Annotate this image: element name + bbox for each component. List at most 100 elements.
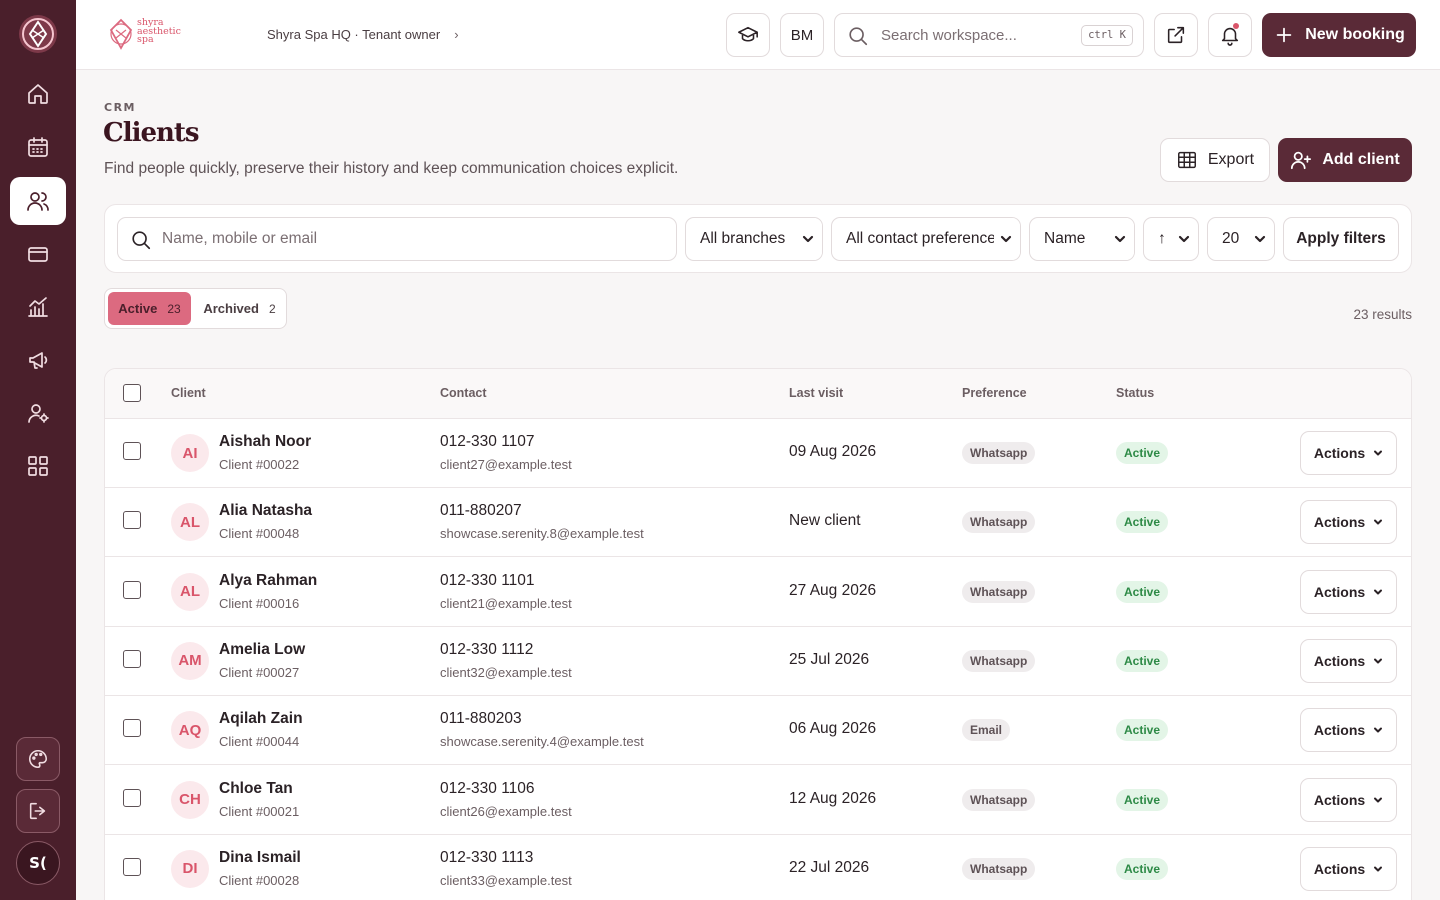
client-id: Client #00048 (219, 526, 300, 542)
user-initials: BM (790, 26, 814, 44)
row-checkbox[interactable] (123, 857, 141, 876)
client-email: client32@example.test (440, 664, 572, 680)
apply-filters-button[interactable]: Apply filters (1283, 217, 1399, 261)
client-name[interactable]: Dina Ismail (219, 849, 301, 867)
client-phone: 012-330 1113 (440, 848, 534, 866)
client-last-visit: 22 Jul 2026 (789, 858, 870, 876)
client-avatar: AL (171, 503, 209, 542)
contact-preference-value: All contact preferences (846, 230, 1004, 247)
table-row[interactable]: AQ Aqilah Zain Client #00044 011-880203 show… (105, 696, 1411, 766)
status-badge: Active (1116, 719, 1169, 742)
brand-text-3: spa (137, 34, 154, 45)
nav-reports[interactable] (10, 283, 66, 331)
logout-button[interactable] (16, 789, 60, 833)
client-id: Client #00022 (219, 457, 300, 472)
client-avatar: AL (171, 572, 209, 611)
client-name[interactable]: Aishah Noor (219, 433, 311, 451)
client-id: Client #00027 (219, 664, 300, 680)
tab-archived-label: Archived (203, 301, 259, 316)
row-checkbox[interactable] (123, 788, 141, 807)
contact-preference-select[interactable]: All contact preferences (831, 217, 1021, 261)
brand-logo[interactable]: shyra aesthetic spa (108, 17, 188, 51)
add-client-button[interactable]: Add client (1278, 138, 1412, 182)
actions-button[interactable]: Actions (1300, 500, 1397, 545)
sidebar-logo-icon[interactable] (18, 12, 58, 56)
preference-badge: Whatsapp (962, 511, 1036, 534)
tab-active[interactable]: Active 23 (108, 292, 191, 325)
client-search-input[interactable]: Name, mobile or email (117, 217, 677, 261)
nav-staff[interactable] (10, 389, 66, 437)
client-name[interactable]: Amelia Low (219, 641, 305, 659)
row-checkbox[interactable] (123, 511, 141, 530)
workspace-search[interactable]: Search workspace... ctrl K (834, 13, 1144, 57)
actions-button[interactable]: Actions (1300, 569, 1397, 614)
graduation-cap-icon (738, 26, 758, 42)
table-row[interactable]: AM Amelia Low Client #00027 012-330 1112 cli… (105, 627, 1411, 696)
new-booking-button[interactable]: New booking (1262, 13, 1416, 57)
theme-button[interactable] (16, 737, 60, 781)
chevron-down-icon (1374, 589, 1383, 595)
select-all-checkbox[interactable] (123, 384, 141, 402)
header-status[interactable]: Status (1116, 386, 1154, 400)
page-eyebrow: CRM (104, 101, 136, 114)
table-row[interactable]: AI Aishah Noor Client #00022 012-330 1107 cl… (105, 419, 1411, 488)
client-phone: 011-880207 (440, 502, 522, 520)
sort-direction-value: ↑ (1158, 230, 1166, 247)
table-row[interactable]: AL Alya Rahman Client #00016 012-330 1101 cl… (105, 558, 1411, 627)
status-badge: Active (1116, 511, 1169, 534)
page-size-select[interactable]: 20 (1207, 217, 1275, 261)
status-badge: Active (1116, 857, 1169, 880)
client-name[interactable]: Alia Natasha (219, 502, 312, 520)
export-button[interactable]: Export (1160, 138, 1270, 182)
row-checkbox[interactable] (123, 649, 141, 668)
nav-clients[interactable] (10, 177, 66, 225)
actions-button[interactable]: Actions (1300, 846, 1397, 891)
status-badge: Active (1116, 442, 1169, 464)
nav-payments[interactable] (10, 230, 66, 278)
client-name[interactable]: Aqilah Zain (219, 710, 303, 728)
table-icon (1177, 151, 1196, 169)
nav-marketing[interactable] (10, 336, 66, 384)
notifications-button[interactable] (1208, 13, 1252, 57)
header-contact[interactable]: Contact (440, 386, 487, 400)
breadcrumb[interactable]: Shyra Spa HQ · Tenant owner › (267, 27, 459, 42)
open-external-button[interactable] (1154, 13, 1198, 57)
sort-by-value: Name (1044, 230, 1086, 247)
client-name[interactable]: Alya Rahman (219, 572, 317, 590)
branch-select[interactable]: All branches (685, 217, 823, 261)
table-row[interactable]: AL Alia Natasha Client #00048 011-880207 sho… (105, 488, 1411, 558)
academy-button[interactable] (726, 13, 770, 57)
row-checkbox[interactable] (123, 580, 141, 599)
nav-calendar[interactable] (10, 123, 66, 171)
header-last-visit[interactable]: Last visit (789, 386, 843, 400)
actions-button[interactable]: Actions (1300, 708, 1397, 753)
chevron-down-icon (1114, 232, 1126, 244)
actions-button[interactable]: Actions (1300, 638, 1397, 683)
client-avatar: AI (171, 434, 209, 472)
client-name[interactable]: Chloe Tan (219, 780, 293, 798)
table-row[interactable]: CH Chloe Tan Client #00021 012-330 1106 clie… (105, 766, 1411, 835)
tab-archived[interactable]: Archived 2 (197, 292, 282, 325)
sidebar: S( (0, 0, 76, 900)
client-last-visit: 12 Aug 2026 (789, 789, 877, 807)
nav-home[interactable] (10, 70, 66, 118)
header-client[interactable]: Client (171, 386, 206, 400)
preference-badge: Whatsapp (962, 442, 1036, 464)
actions-button[interactable]: Actions (1300, 777, 1397, 822)
tab-active-count: 23 (167, 301, 181, 316)
client-email: client27@example.test (440, 457, 572, 472)
actions-button[interactable]: Actions (1300, 431, 1397, 475)
sort-by-select[interactable]: Name (1029, 217, 1135, 261)
chevron-down-icon (1178, 232, 1190, 244)
actions-label: Actions (1313, 583, 1366, 600)
table-row[interactable]: DI Dina Ismail Client #00028 012-330 1113 cl… (105, 835, 1411, 900)
credit-card-icon (28, 247, 48, 262)
user-initials-button[interactable]: BM (780, 13, 824, 57)
sort-direction-select[interactable]: ↑ (1143, 217, 1199, 261)
chevron-down-icon (1374, 866, 1383, 872)
user-avatar[interactable]: S( (16, 841, 60, 885)
header-preference[interactable]: Preference (962, 386, 1027, 400)
nav-apps[interactable] (10, 442, 66, 490)
row-checkbox[interactable] (123, 442, 141, 460)
row-checkbox[interactable] (123, 719, 141, 738)
